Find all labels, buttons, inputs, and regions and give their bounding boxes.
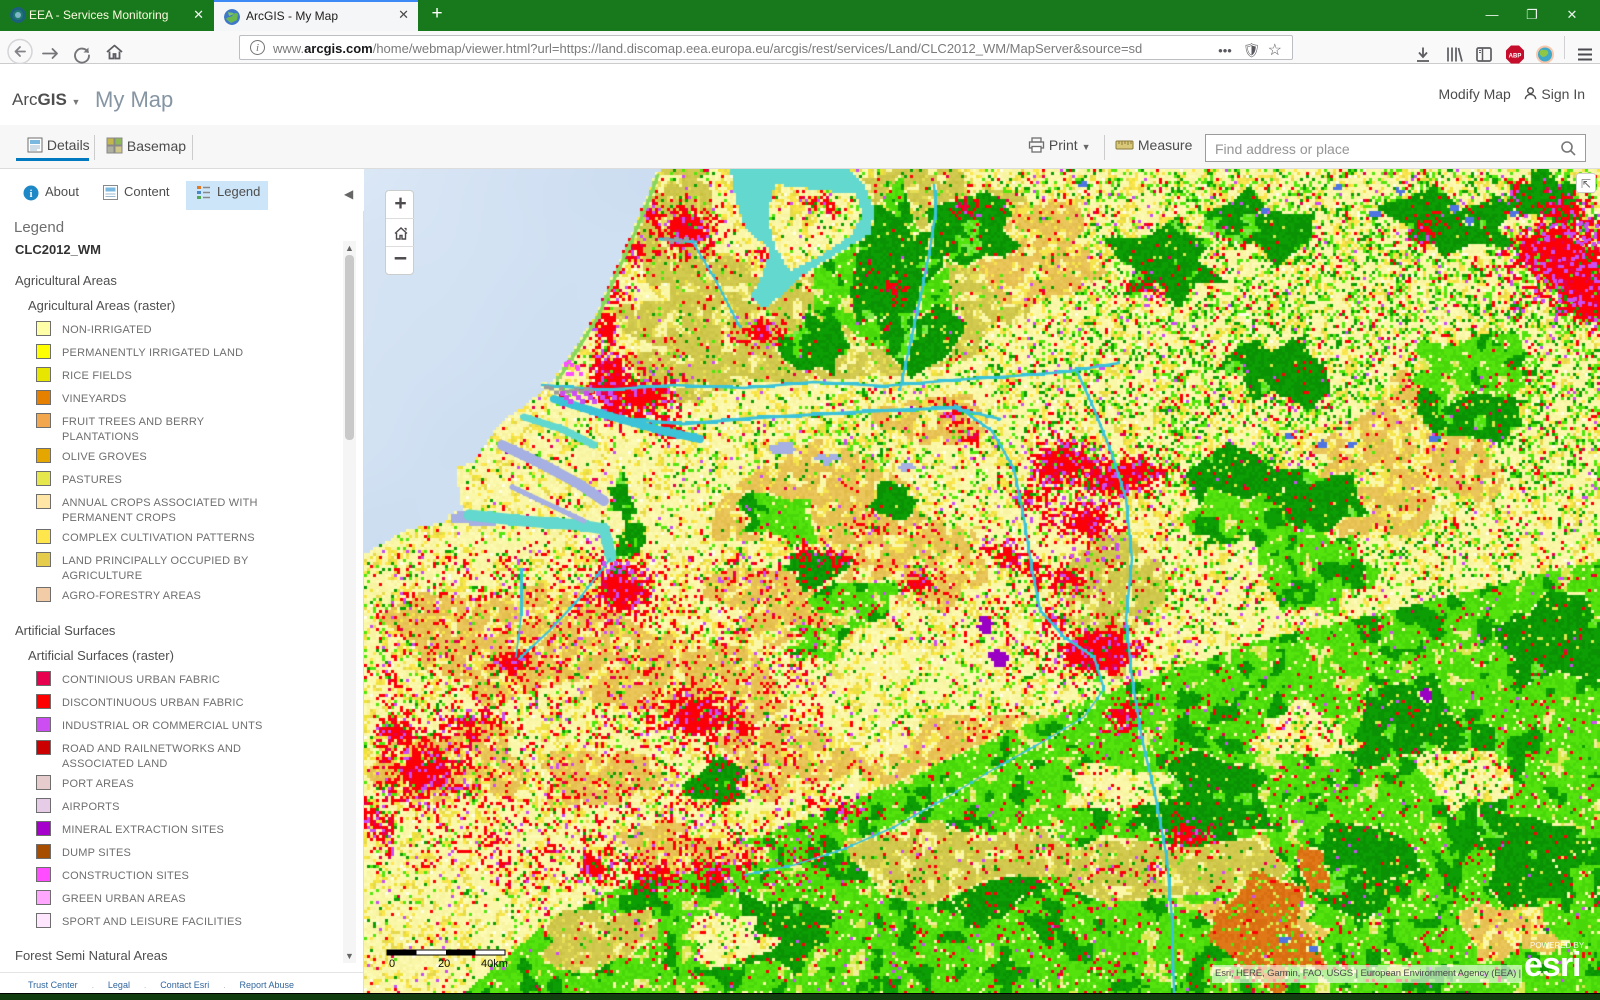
svg-text:i: i xyxy=(30,189,33,200)
svg-text:0: 0 xyxy=(389,958,395,970)
svg-text:20: 20 xyxy=(438,958,450,970)
svg-text:ABP: ABP xyxy=(1509,54,1522,60)
svg-text:40km: 40km xyxy=(481,958,508,970)
